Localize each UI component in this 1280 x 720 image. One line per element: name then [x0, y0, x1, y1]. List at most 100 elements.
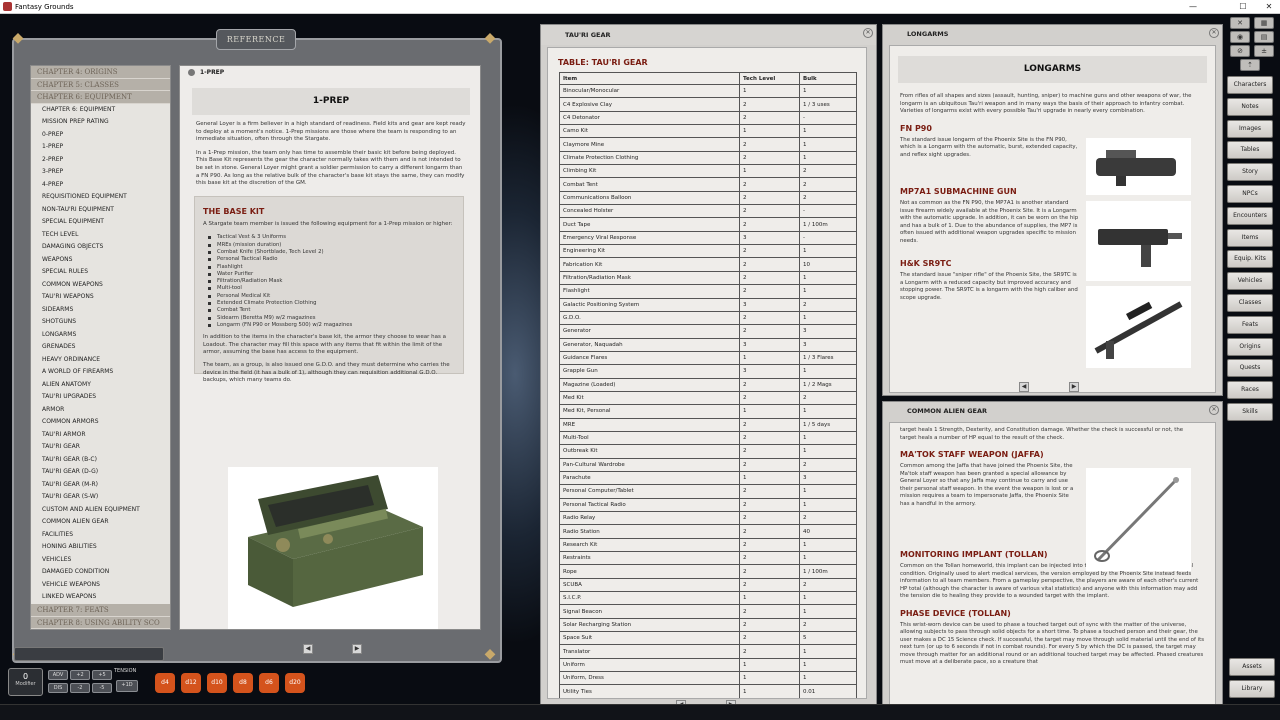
sidebar-button-origins[interactable]: Origins	[1227, 337, 1273, 356]
d6-icon[interactable]: d6	[259, 673, 279, 693]
toc-entry[interactable]: TAU'RI GEAR (B-C)	[31, 454, 170, 467]
toc-entry[interactable]: FACILITIES	[31, 529, 170, 542]
toc-entry[interactable]: HEAVY ORDINANCE	[31, 354, 170, 367]
table-row[interactable]: Pan-Cultural Wardrobe 2 2	[559, 457, 857, 472]
lighting-icon[interactable]: ▦	[1254, 17, 1274, 29]
d8-icon[interactable]: d8	[233, 673, 253, 693]
toc-chapter[interactable]: CHAPTER 4: ORIGINS	[31, 66, 170, 79]
toc-entry[interactable]: COMMON WEAPONS	[31, 279, 170, 292]
table-row[interactable]: Filtration/Radiation Mask 2 1	[559, 270, 857, 286]
sidebar-button-quests[interactable]: Quests	[1227, 359, 1273, 378]
toc-entry[interactable]: VEHICLES	[31, 554, 170, 567]
sidebar-button-story[interactable]: Story	[1227, 163, 1273, 182]
toc-entry[interactable]: REQUISITIONED EQUIPMENT	[31, 191, 170, 204]
table-row[interactable]: Rope 2 1 / 100m	[559, 564, 857, 579]
toc-entry[interactable]: DAMAGED CONDITION	[31, 566, 170, 579]
toc-entry[interactable]: TECH LEVEL	[31, 229, 170, 242]
pin-icon[interactable]: ⇡	[1240, 59, 1260, 71]
table-row[interactable]: Flashlight 2 1	[559, 284, 857, 299]
toc-entry[interactable]: MISSION PREP RATING	[31, 116, 170, 129]
sidebar-button-feats[interactable]: Feats	[1227, 315, 1273, 334]
minus5-button[interactable]: -5	[92, 683, 112, 693]
table-row[interactable]: Med Kit, Personal 1 1	[559, 404, 857, 419]
chat-input[interactable]	[14, 647, 164, 661]
toc-entry[interactable]: NON-TAU'RI EQUIPMENT	[31, 204, 170, 217]
toc-entry[interactable]: ARMOR	[31, 404, 170, 417]
sidebar-button-encounters[interactable]: Encounters	[1227, 206, 1273, 225]
table-row[interactable]: Camo Kit 1 1	[559, 124, 857, 139]
prev-page-button[interactable]: ◀	[303, 644, 313, 654]
toc-chapter[interactable]: CHAPTER 5: CLASSES	[31, 78, 170, 91]
toc-entry[interactable]: 3-PREP	[31, 166, 170, 179]
dice-tower-icon[interactable]: ✕	[1230, 17, 1250, 29]
close-window-button[interactable]: ✕	[863, 28, 873, 38]
minimize-button[interactable]: —	[1180, 0, 1206, 14]
next-page-button[interactable]: ▶	[352, 644, 362, 654]
toc-entry[interactable]: TAU'RI GEAR (M-R)	[31, 479, 170, 492]
toc-entry[interactable]: 4-PREP	[31, 179, 170, 192]
table-row[interactable]: Emergency Viral Response 3-	[559, 230, 857, 246]
sidebar-button-equip-kits[interactable]: Equip. Kits	[1227, 250, 1273, 269]
toc-entry[interactable]: TAU'RI WEAPONS	[31, 291, 170, 304]
table-row[interactable]: Research Kit 2 1	[559, 537, 857, 553]
table-row[interactable]: Climate Protection Clothing 2 1	[559, 150, 857, 166]
toc-chapter[interactable]: CHAPTER 7: FEATS	[31, 604, 170, 617]
table-row[interactable]: Uniform 1 1	[559, 657, 857, 673]
table-row[interactable]: Med Kit 2 2	[559, 390, 857, 406]
toc-entry[interactable]: 2-PREP	[31, 154, 170, 167]
modifier-box[interactable]: 0 Modifier	[8, 668, 43, 696]
table-row[interactable]: Communications Balloon 2 2	[559, 190, 857, 206]
sidebar-button-skills[interactable]: Skills	[1227, 402, 1273, 421]
sidebar-button-images[interactable]: Images	[1227, 119, 1273, 138]
d12-icon[interactable]: d12	[181, 673, 201, 693]
sidebar-button-notes[interactable]: Notes	[1227, 97, 1273, 116]
table-row[interactable]: Personal Computer/Tablet 2 1	[559, 484, 857, 499]
table-row[interactable]: Translator 2 1	[559, 644, 857, 659]
table-row[interactable]: Galactic Positioning System 3 2	[559, 297, 857, 312]
toc-entry[interactable]: SPECIAL RULES	[31, 266, 170, 279]
map-icon[interactable]: ◉	[1230, 31, 1250, 43]
toc-entry[interactable]: 0-PREP	[31, 129, 170, 142]
table-row[interactable]: Claymore Mine 2 1	[559, 137, 857, 152]
table-row[interactable]: Signal Beacon 2 1	[559, 604, 857, 619]
table-row[interactable]: Radio Station 2 40	[559, 524, 857, 539]
toc-entry[interactable]: TAU'RI UPGRADES	[31, 391, 170, 404]
table-row[interactable]: Space Suit 2 5	[559, 631, 857, 646]
table-row[interactable]: Engineering Kit 2 1	[559, 244, 857, 259]
plus2-button[interactable]: +2	[70, 670, 90, 680]
table-row[interactable]: Uniform, Dress 1 1	[559, 671, 857, 686]
grid-icon[interactable]: ▤	[1254, 31, 1274, 43]
d20-icon[interactable]: d20	[285, 673, 305, 693]
table-row[interactable]: Magazine (Loaded) 2 1 / 2 Mags	[559, 377, 857, 392]
toc-entry[interactable]: SPECIAL EQUIPMENT	[31, 216, 170, 229]
tension-die-button[interactable]: +1D	[116, 680, 138, 692]
sidebar-button-characters[interactable]: Characters	[1227, 76, 1273, 94]
table-row[interactable]: Combat Tent 2 2	[559, 177, 857, 192]
table-row[interactable]: Fabrication Kit 2 10	[559, 257, 857, 272]
toc-entry[interactable]: TAU'RI GEAR	[31, 441, 170, 454]
sidebar-button-vehicles[interactable]: Vehicles	[1227, 272, 1273, 291]
toc-entry[interactable]: GRENADES	[31, 341, 170, 354]
table-row[interactable]: Solar Recharging Station 2 2	[559, 617, 857, 633]
table-row[interactable]: Radio Relay 2 2	[559, 510, 857, 526]
toc-entry[interactable]: VEHICLE WEAPONS	[31, 579, 170, 592]
d10-icon[interactable]: d10	[207, 673, 227, 693]
next-page-button[interactable]: ▶	[1069, 382, 1079, 392]
adv-button[interactable]: ADV	[48, 670, 68, 680]
sidebar-button-races[interactable]: Races	[1227, 381, 1273, 400]
table-row[interactable]: Personal Tactical Radio 2 1	[559, 497, 857, 513]
table-row[interactable]: S.I.C.P. 1 1	[559, 591, 857, 606]
sidebar-button-tables[interactable]: Tables	[1227, 141, 1273, 160]
close-window-button[interactable]: ✕	[1209, 28, 1219, 38]
toc-entry[interactable]: HONING ABILITIES	[31, 541, 170, 554]
close-window-button[interactable]: ✕	[1209, 405, 1219, 415]
table-row[interactable]: Multi-Tool 2 1	[559, 430, 857, 446]
sidebar-button-npcs[interactable]: NPCs	[1227, 184, 1273, 203]
d4-icon[interactable]: d4	[155, 673, 175, 693]
table-row[interactable]: Concealed Holster 2-	[559, 204, 857, 219]
table-row[interactable]: SCUBA 2 2	[559, 577, 857, 593]
dis-button[interactable]: DIS	[48, 683, 68, 693]
table-row[interactable]: C4 Explosive Clay 2 1 / 3 uses	[559, 97, 857, 112]
table-row[interactable]: Duct Tape 2 1 / 100m	[559, 217, 857, 232]
table-row[interactable]: Restraints 2 1	[559, 551, 857, 566]
